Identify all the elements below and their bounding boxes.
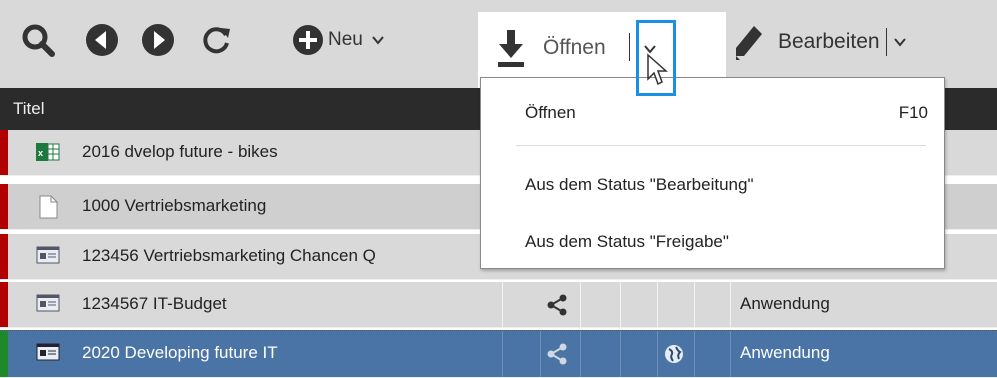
table-row-selected[interactable]: 2020 Developing future IT Anwendung [0,330,997,378]
status-marker [0,331,8,377]
application-icon [36,342,60,364]
status-marker [0,184,8,229]
mouse-cursor-icon [646,53,668,92]
column-divider [694,282,695,327]
document-icon [36,195,60,219]
status-marker [0,234,8,279]
separator [629,33,630,61]
chevron-down-icon [371,33,385,47]
column-divider [620,331,621,377]
new-button-label: Neu [328,29,363,50]
chevron-down-icon[interactable] [893,35,907,49]
row-type: Anwendung [740,343,830,362]
forward-icon[interactable] [140,22,176,58]
refresh-icon[interactable] [198,22,234,58]
menu-separator [516,145,926,146]
edit-button-label: Bearbeiten [778,30,880,53]
status-marker [0,282,8,327]
menu-item-open[interactable]: Öffnen [525,103,576,123]
column-divider [657,282,658,327]
download-icon [496,28,526,68]
back-icon[interactable] [84,22,120,58]
application-icon [36,293,60,315]
column-divider [730,282,731,327]
column-divider [730,331,731,377]
open-button-label: Öffnen [543,36,606,59]
search-icon[interactable] [20,22,56,58]
column-header-title[interactable]: Titel [13,99,45,119]
excel-icon: x [36,141,60,163]
row-title: 2020 Developing future IT [82,343,278,362]
menu-item-open-release-status[interactable]: Aus dem Status "Freigabe" [525,232,729,252]
open-dropdown-menu: Öffnen F10 Aus dem Status "Bearbeitung" … [480,77,945,269]
plus-circle-icon [292,24,324,56]
row-type: Anwendung [740,294,830,313]
share-icon[interactable] [546,343,568,370]
svg-text:x: x [38,148,43,158]
column-divider [620,282,621,327]
row-title: 2016 dvelop future - bikes [82,142,278,161]
row-title: 1234567 IT-Budget [82,294,227,313]
column-divider [502,331,503,377]
menu-item-open-editing-status[interactable]: Aus dem Status "Bearbeitung" [525,175,753,195]
share-icon[interactable] [546,294,568,321]
row-title: 123456 Vertriebsmarketing Chancen Q [82,246,376,265]
edit-button[interactable]: Bearbeiten [732,22,907,62]
column-divider [580,282,581,327]
globe-icon[interactable] [664,344,684,369]
new-button[interactable]: Neu [292,22,385,58]
column-divider [580,331,581,377]
column-divider [694,331,695,377]
table-row[interactable]: 1234567 IT-Budget Anwendung [0,282,997,328]
column-divider [540,331,541,377]
menu-item-open-shortcut: F10 [898,103,928,122]
toolbar: Neu Öffnen Bearbeiten [0,0,997,88]
column-divider [502,282,503,327]
column-divider [657,331,658,377]
status-marker [0,130,8,175]
row-title: 1000 Vertriebsmarketing [82,196,267,215]
separator [885,28,887,56]
pencil-icon [732,22,764,62]
application-icon [36,245,60,267]
